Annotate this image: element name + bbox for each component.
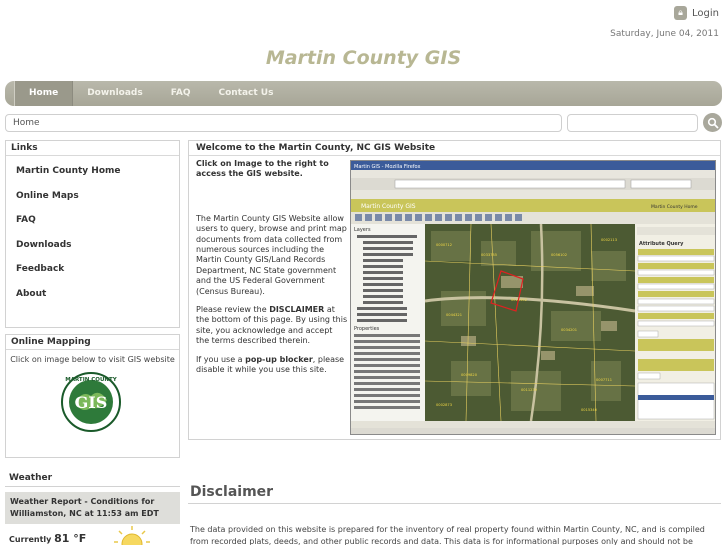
welcome-paragraph-1: The Martin County GIS Website allow user… — [196, 213, 347, 296]
nav-downloads[interactable]: Downloads — [73, 81, 157, 106]
mapping-caption: Click on image below to visit GIS websit… — [10, 355, 175, 364]
link-about[interactable]: About — [16, 285, 169, 310]
disclaimer-text: The data provided on this website is pre… — [190, 525, 705, 545]
mapping-title: Online Mapping — [6, 335, 179, 350]
welcome-paragraph-3: If you use a pop-up blocker, please disa… — [196, 354, 345, 375]
disclaimer-divider — [188, 503, 721, 504]
link-martin-county-home[interactable]: Martin County Home — [16, 162, 169, 187]
links-title: Links — [6, 141, 179, 156]
gis-logo-link[interactable]: GIS MARTIN COUNTY — [61, 372, 121, 432]
search-icon — [707, 117, 719, 129]
svg-text:0033785: 0033785 — [481, 253, 497, 257]
nav-faq[interactable]: FAQ — [157, 81, 205, 106]
current-date: Saturday, June 04, 2011 — [610, 29, 719, 39]
svg-text:0000712: 0000712 — [436, 243, 452, 247]
search-button[interactable] — [703, 113, 722, 132]
svg-text:Martin County Home: Martin County Home — [651, 204, 698, 210]
link-faq[interactable]: FAQ — [16, 211, 169, 236]
main-nav: Home Downloads FAQ Contact Us — [5, 81, 722, 106]
link-downloads[interactable]: Downloads — [16, 236, 169, 261]
nav-home[interactable]: Home — [14, 81, 74, 106]
links-panel: Links Martin County Home Online Maps FAQ… — [5, 140, 180, 328]
svg-text:0044321: 0044321 — [446, 313, 462, 317]
site-title: Martin County GIS — [265, 47, 462, 69]
weather-divider — [5, 486, 180, 487]
svg-text:Properties: Properties — [354, 326, 380, 332]
search-input[interactable] — [567, 114, 698, 132]
svg-text:0034201: 0034201 — [561, 328, 577, 332]
svg-text:Layers: Layers — [354, 227, 371, 233]
welcome-title: Welcome to the Martin County, NC GIS Web… — [189, 141, 720, 156]
online-mapping-panel: Online Mapping Click on image below to v… — [5, 334, 180, 458]
gis-website-thumbnail[interactable]: Martin GIS - Mozilla Firefox Martin Coun… — [350, 160, 716, 435]
current-temp: 81 °F — [54, 532, 87, 545]
weather-title: Weather — [9, 473, 53, 483]
svg-text:0007711: 0007711 — [596, 378, 612, 382]
disclaimer-title: Disclaimer — [190, 484, 274, 500]
breadcrumb: Home — [5, 114, 562, 132]
gis-app-preview: Martin GIS - Mozilla Firefox Martin Coun… — [351, 161, 715, 434]
weather-report: Weather Report - Conditions for Williams… — [5, 492, 180, 524]
svg-text:0011239: 0011239 — [521, 388, 538, 392]
svg-text:Attribute Query: Attribute Query — [639, 241, 684, 247]
svg-text:0015340: 0015340 — [581, 408, 598, 412]
svg-text:Martin County GIS: Martin County GIS — [361, 203, 416, 210]
login-link[interactable]: 🔒︎ Login — [674, 6, 719, 20]
welcome-panel: Welcome to the Martin County, NC GIS Web… — [188, 140, 721, 440]
welcome-intro: Click on Image to the right to access th… — [196, 159, 329, 179]
lock-icon: 🔒︎ — [674, 6, 688, 20]
svg-text:0002873: 0002873 — [436, 403, 452, 407]
svg-text:0002113: 0002113 — [601, 238, 617, 242]
link-online-maps[interactable]: Online Maps — [16, 187, 169, 212]
svg-text:Martin GIS - Mozilla Firefox: Martin GIS - Mozilla Firefox — [354, 164, 420, 170]
current-weather: Currently 81 °F — [9, 532, 86, 545]
disclaimer-link[interactable]: DISCLAIMER — [269, 305, 324, 314]
login-label: Login — [692, 7, 719, 19]
welcome-paragraph-2: Please review the DISCLAIMER at the bott… — [196, 305, 348, 346]
logo-text: GIS — [75, 393, 108, 412]
svg-text:0009820: 0009820 — [461, 373, 478, 377]
nav-contact-us[interactable]: Contact Us — [204, 81, 287, 106]
svg-text:0056102: 0056102 — [551, 253, 567, 257]
logo-ring-text: MARTIN COUNTY — [65, 377, 118, 383]
sun-icon — [114, 526, 150, 545]
current-label: Currently — [9, 535, 52, 544]
link-feedback[interactable]: Feedback — [16, 260, 169, 285]
